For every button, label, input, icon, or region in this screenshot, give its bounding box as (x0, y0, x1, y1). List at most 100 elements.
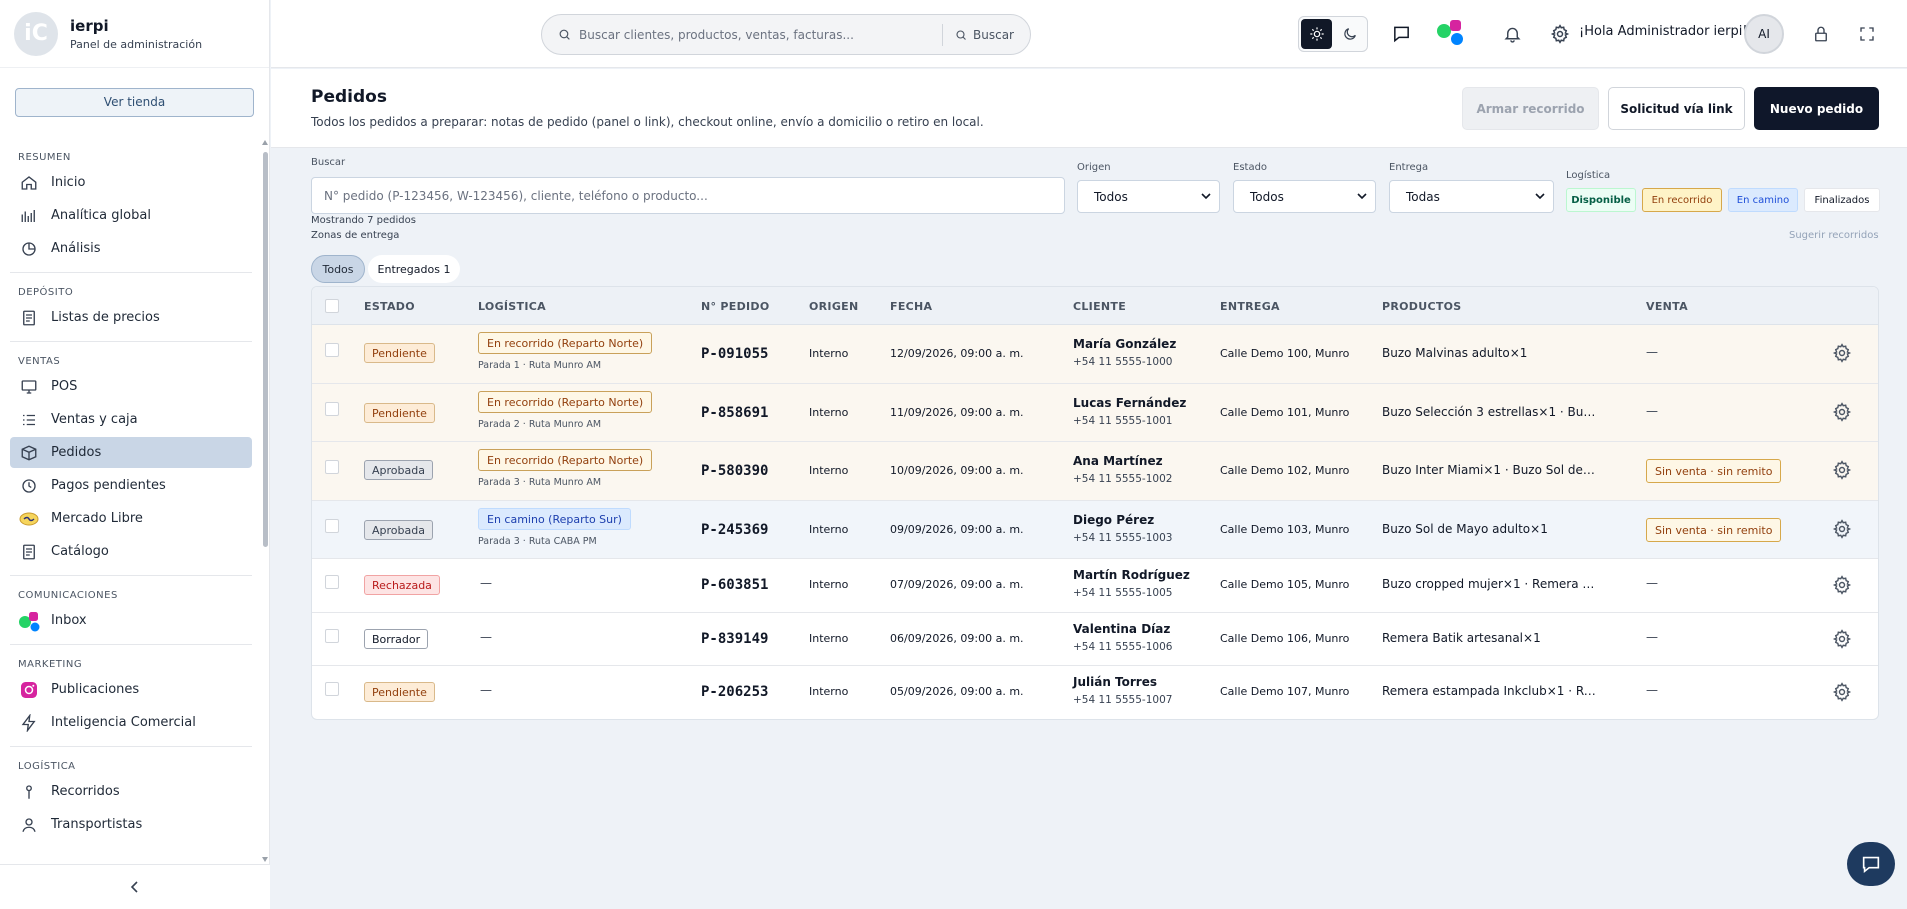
scroll-thumb[interactable] (263, 152, 268, 547)
order-products: Buzo cropped mujer×1 · Remera Batik arte… (1382, 577, 1597, 591)
status-badge: Pendiente (364, 682, 435, 702)
sidebar-item-pagos-pendientes[interactable]: Pagos pendientes (10, 470, 252, 501)
logistics-filter-disponible[interactable]: Disponible (1566, 188, 1636, 212)
row-checkbox[interactable] (325, 629, 339, 643)
gear-icon (1832, 682, 1854, 702)
column-header-fecha[interactable]: FECHA (890, 300, 932, 313)
column-header-estado[interactable]: ESTADO (364, 300, 415, 313)
order-number[interactable]: P-858691 (701, 405, 768, 421)
request-via-link-button[interactable]: Solicitud vía link (1608, 87, 1745, 130)
sidebar-item-ventas-caja[interactable]: Ventas y caja (10, 404, 252, 435)
sidebar-item-label: Pagos pendientes (51, 478, 166, 493)
sun-icon (1309, 26, 1325, 42)
sidebar-item-recorridos[interactable]: Recorridos (10, 776, 252, 807)
light-theme-button[interactable] (1301, 19, 1332, 49)
column-header-venta[interactable]: VENTA (1646, 300, 1688, 313)
row-checkbox[interactable] (325, 402, 339, 416)
global-search-button[interactable]: Buscar (943, 28, 1030, 42)
delivery-zones-label[interactable]: Zonas de entrega (311, 230, 399, 241)
new-order-button[interactable]: Nuevo pedido (1754, 87, 1879, 130)
inbox-channels-button[interactable] (1435, 18, 1465, 48)
global-search-input[interactable] (579, 27, 943, 42)
sidebar-item-pedidos[interactable]: Pedidos (10, 437, 252, 468)
tab-todos[interactable]: Todos (311, 255, 365, 283)
orders-search-input[interactable] (311, 177, 1065, 214)
logistics-badge: En recorrido (Reparto Norte) (478, 332, 653, 354)
row-settings-button[interactable] (1832, 519, 1854, 541)
sidebar-item-inbox[interactable]: Inbox (10, 605, 252, 636)
sidebar-item-transportistas[interactable]: Transportistas (10, 809, 252, 840)
row-settings-button[interactable] (1832, 343, 1854, 365)
order-number[interactable]: P-206253 (701, 684, 768, 700)
moon-icon (1342, 26, 1358, 42)
order-number[interactable]: P-580390 (701, 463, 768, 479)
collapse-sidebar-button[interactable] (0, 864, 270, 909)
origin-select[interactable]: Todos (1077, 180, 1220, 213)
view-store-button[interactable]: Ver tienda (15, 88, 254, 117)
logistics-filter-en-recorrido[interactable]: En recorrido (1642, 188, 1722, 212)
lock-button[interactable] (1809, 22, 1833, 46)
column-header-pedido[interactable]: N° PEDIDO (701, 300, 770, 313)
table-row[interactable]: Pendiente — P-206253 Interno 05/09/2026,… (312, 666, 1878, 719)
order-number[interactable]: P-839149 (701, 631, 768, 647)
sidebar-item-pos[interactable]: POS (10, 371, 252, 402)
status-select[interactable]: Todos (1233, 180, 1376, 213)
notifications-button[interactable] (1500, 22, 1524, 46)
suggest-routes-link[interactable]: Sugerir recorridos (1789, 230, 1879, 241)
column-header-productos[interactable]: PRODUCTOS (1382, 300, 1462, 313)
delivery-address: Calle Demo 107, Munro (1220, 685, 1350, 698)
user-greeting: ¡Hola Administrador ierpi! (1579, 24, 1748, 39)
build-route-button[interactable]: Armar recorrido (1462, 87, 1599, 130)
chat-button[interactable] (1389, 22, 1413, 46)
sidebar-scrollbar[interactable] (262, 140, 268, 862)
sidebar-item-catalogo[interactable]: Catálogo (10, 536, 252, 567)
order-number[interactable]: P-603851 (701, 577, 768, 593)
row-settings-button[interactable] (1832, 402, 1854, 424)
row-checkbox[interactable] (325, 343, 339, 357)
table-row[interactable]: Pendiente En recorrido (Reparto Norte) P… (312, 325, 1878, 384)
row-checkbox[interactable] (325, 519, 339, 533)
column-header-logistica[interactable]: LOGÍSTICA (478, 300, 546, 313)
column-header-origen[interactable]: ORIGEN (809, 300, 858, 313)
chevron-down-icon (1535, 193, 1545, 200)
table-row[interactable]: Pendiente En recorrido (Reparto Norte) P… (312, 384, 1878, 442)
logistics-filter-en-camino[interactable]: En camino (1728, 188, 1798, 212)
sidebar-item-mercado-libre[interactable]: Mercado Libre (10, 503, 252, 534)
row-settings-button[interactable] (1832, 682, 1854, 704)
pie-chart-icon (18, 238, 40, 260)
delivery-filter-label: Entrega (1389, 162, 1429, 173)
sidebar-item-analitica-global[interactable]: Analítica global (10, 200, 252, 231)
table-row[interactable]: Borrador — P-839149 Interno 06/09/2026, … (312, 613, 1878, 666)
sidebar-item-publicaciones[interactable]: Publicaciones (10, 674, 252, 705)
table-row[interactable]: Aprobada En camino (Reparto Sur) Parada … (312, 501, 1878, 559)
tab-entregados[interactable]: Entregados 1 (368, 255, 460, 283)
order-number[interactable]: P-091055 (701, 346, 768, 362)
sidebar-item-analisis[interactable]: Análisis (10, 233, 252, 264)
avatar[interactable]: AI (1744, 14, 1784, 54)
row-checkbox[interactable] (325, 575, 339, 589)
row-checkbox[interactable] (325, 460, 339, 474)
row-checkbox[interactable] (325, 682, 339, 696)
scroll-up-arrow-icon[interactable] (262, 140, 268, 145)
row-settings-button[interactable] (1832, 629, 1854, 651)
delivery-select[interactable]: Todas (1389, 180, 1554, 213)
settings-button[interactable] (1548, 22, 1572, 46)
column-header-cliente[interactable]: CLIENTE (1073, 300, 1126, 313)
select-all-checkbox[interactable] (325, 299, 339, 313)
table-row[interactable]: Aprobada En recorrido (Reparto Norte) Pa… (312, 442, 1878, 501)
nav-section-comunicaciones: COMUNICACIONES Inbox (10, 575, 252, 636)
logistics-filter-finalizados[interactable]: Finalizados (1804, 188, 1880, 212)
support-chat-button[interactable] (1847, 842, 1895, 886)
dark-theme-button[interactable] (1334, 19, 1365, 49)
customer-name: María González (1073, 337, 1177, 351)
sidebar-item-listas-precios[interactable]: Listas de precios (10, 302, 252, 333)
sidebar-item-inteligencia-comercial[interactable]: Inteligencia Comercial (10, 707, 252, 738)
scroll-down-arrow-icon[interactable] (262, 857, 268, 862)
column-header-entrega[interactable]: ENTREGA (1220, 300, 1280, 313)
order-number[interactable]: P-245369 (701, 522, 768, 538)
row-settings-button[interactable] (1832, 575, 1854, 597)
row-settings-button[interactable] (1832, 460, 1854, 482)
table-row[interactable]: Rechazada — P-603851 Interno 07/09/2026,… (312, 559, 1878, 613)
sidebar-item-inicio[interactable]: Inicio (10, 167, 252, 198)
fullscreen-button[interactable] (1855, 22, 1879, 46)
